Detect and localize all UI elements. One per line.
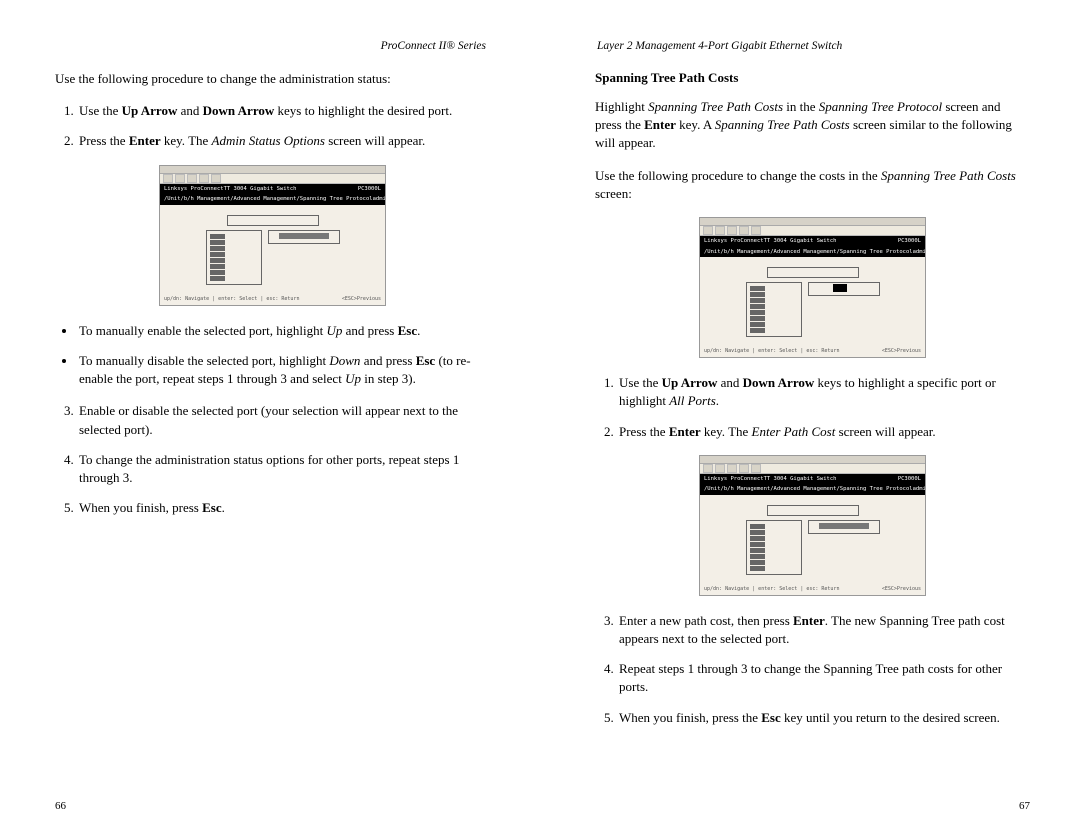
page-right: Layer 2 Management 4-Port Gigabit Ethern… [540,0,1080,834]
step: Enter a new path cost, then press Enter.… [617,612,1030,648]
bullet: To manually enable the selected port, hi… [77,322,490,340]
step: Repeat steps 1 through 3 to change the S… [617,660,1030,696]
step: Press the Enter key. The Admin Status Op… [77,132,490,150]
step: Use the Up Arrow and Down Arrow keys to … [77,102,490,120]
right-steps-a: Use the Up Arrow and Down Arrow keys to … [595,374,1030,441]
screenshot-enter-path-cost: Linksys ProConnectTT 3004 Gigabit Switch… [699,455,926,596]
step: To change the administration status opti… [77,451,490,487]
section-title: Spanning Tree Path Costs [595,70,1030,86]
left-bullets: To manually enable the selected port, hi… [55,322,490,389]
left-intro: Use the following procedure to change th… [55,70,490,88]
page-number-left: 66 [55,800,66,812]
step: When you finish, press the Esc key until… [617,709,1030,727]
right-steps-b: Enter a new path cost, then press Enter.… [595,612,1030,727]
page-number-right: 67 [1019,800,1030,812]
step: When you finish, press Esc. [77,499,490,517]
left-steps-1: Use the Up Arrow and Down Arrow keys to … [55,102,490,150]
header-right: Layer 2 Management 4-Port Gigabit Ethern… [595,40,1030,52]
right-p2: Use the following procedure to change th… [595,167,1030,203]
screenshot-path-costs: Linksys ProConnectTT 3004 Gigabit Switch… [699,217,926,358]
right-p1: Highlight Spanning Tree Path Costs in th… [595,98,1030,153]
screenshot-admin-status: Linksys ProConnectTT 3004 Gigabit Switch… [159,165,386,306]
step: Use the Up Arrow and Down Arrow keys to … [617,374,1030,410]
header-left: ProConnect II® Series [55,40,490,52]
page-left: ProConnect II® Series Use the following … [0,0,540,834]
step: Press the Enter key. The Enter Path Cost… [617,423,1030,441]
bullet: To manually disable the selected port, h… [77,352,490,388]
left-steps-2: Enable or disable the selected port (you… [55,402,490,517]
step: Enable or disable the selected port (you… [77,402,490,438]
